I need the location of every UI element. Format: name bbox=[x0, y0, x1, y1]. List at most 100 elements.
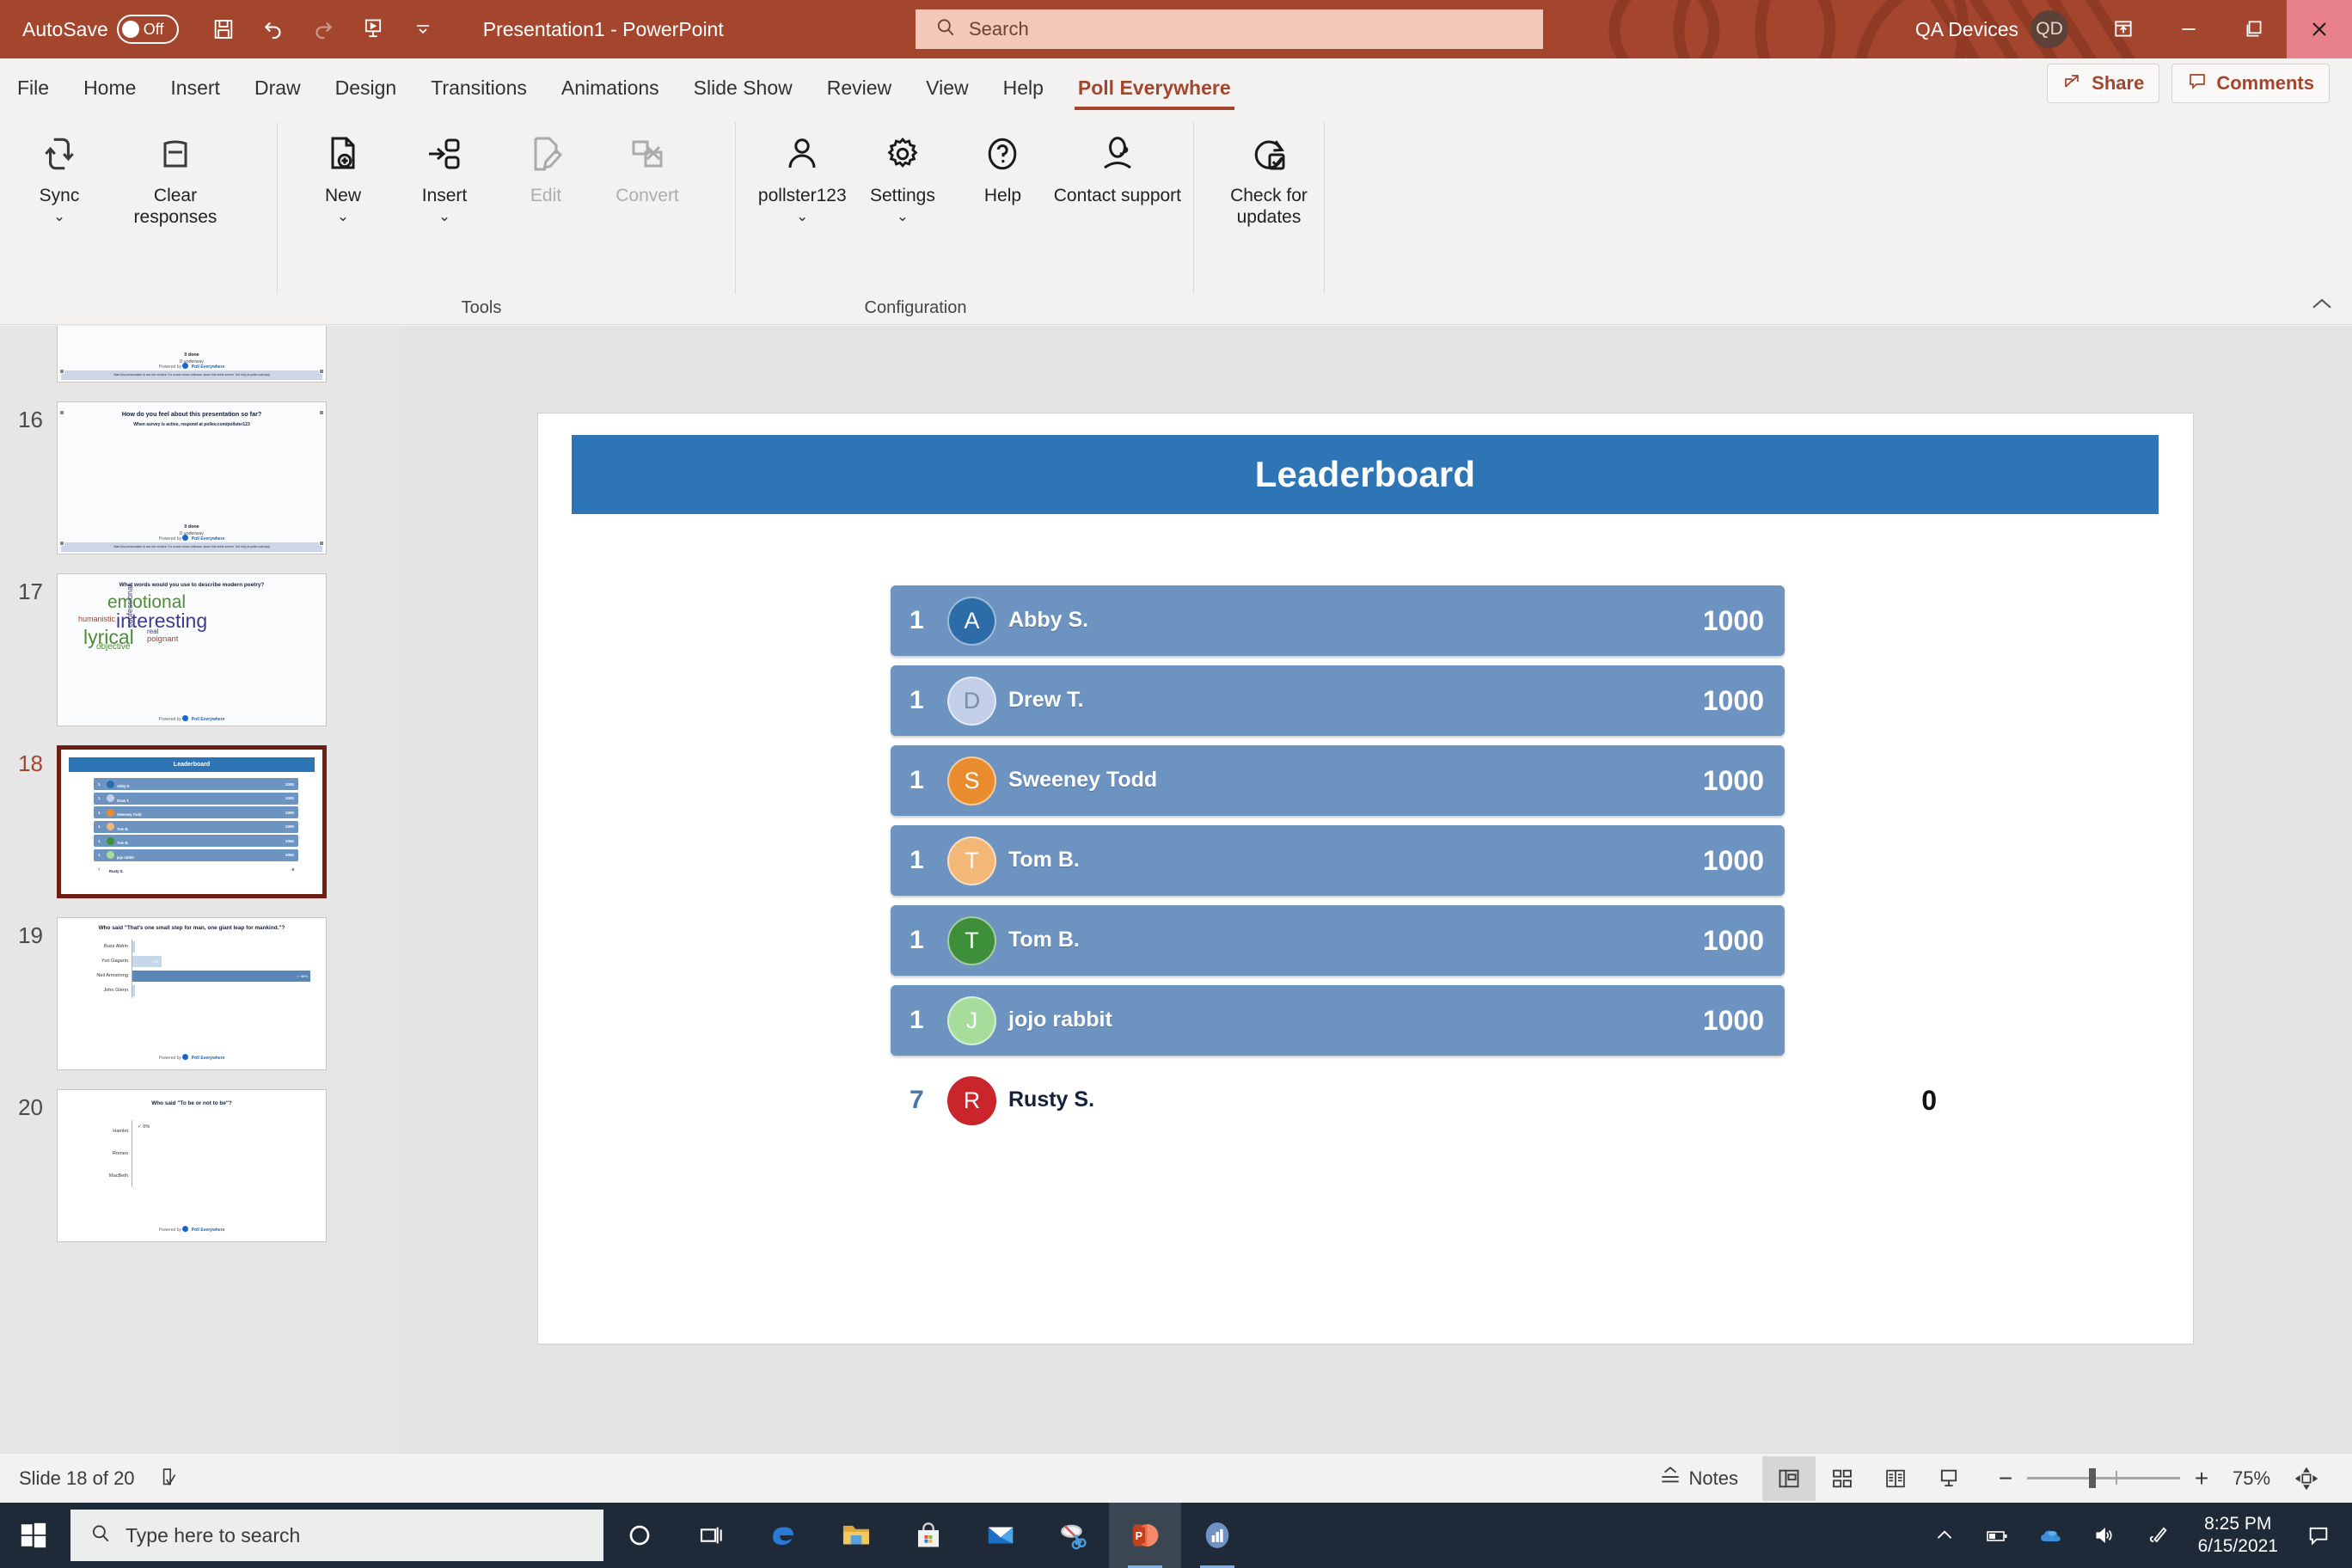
slide-show-view-button[interactable] bbox=[1922, 1456, 1975, 1501]
thumbnail-item[interactable]: 20 Who said "To be or not to be"? Hamlet… bbox=[0, 1089, 401, 1242]
onedrive-icon[interactable] bbox=[2024, 1503, 2078, 1568]
thumbnail-slide[interactable]: What words would you use to describe mod… bbox=[57, 573, 327, 726]
volume-icon[interactable] bbox=[2078, 1503, 2131, 1568]
poll-everywhere-icon[interactable] bbox=[1181, 1503, 1253, 1568]
maximize-icon[interactable] bbox=[2221, 0, 2287, 58]
minimize-icon[interactable] bbox=[2156, 0, 2221, 58]
insert-activity-button[interactable]: Insert ⌄ bbox=[394, 122, 495, 224]
tab-insert[interactable]: Insert bbox=[153, 77, 237, 110]
comments-button[interactable]: Comments bbox=[2171, 64, 2330, 103]
new-activity-button[interactable]: New ⌄ bbox=[292, 122, 394, 224]
leaderboard-row[interactable]: 1 D Drew T. 1000 bbox=[891, 665, 1785, 736]
thumbnail-item[interactable]: How do you feel about this presentation … bbox=[0, 326, 401, 383]
leaderboard-row[interactable]: 1 T Tom B. 1000 bbox=[891, 825, 1785, 896]
tab-review[interactable]: Review bbox=[810, 77, 909, 110]
tab-poll-everywhere[interactable]: Poll Everywhere bbox=[1061, 77, 1248, 110]
account-name[interactable]: QA Devices bbox=[1915, 18, 2018, 41]
tab-design[interactable]: Design bbox=[318, 77, 414, 110]
contact-support-button[interactable]: Contact support bbox=[1053, 122, 1182, 207]
chevron-down-icon[interactable]: ⌄ bbox=[796, 209, 808, 224]
sync-button[interactable]: Sync ⌄ bbox=[9, 122, 110, 224]
leaderboard-row[interactable]: 1 A Abby S. 1000 bbox=[891, 585, 1785, 656]
tab-animations[interactable]: Animations bbox=[544, 77, 677, 110]
customize-quick-access-toolbar-icon[interactable] bbox=[401, 7, 445, 52]
selection-handle[interactable] bbox=[59, 410, 64, 415]
slide-canvas[interactable]: Leaderboard 1 A Abby S. 1000 1 D Drew T.… bbox=[401, 326, 2352, 1503]
thumbnail-item-selected[interactable]: 18 Leaderboard 1 Abby S. 1000 1 Drew T. … bbox=[0, 745, 401, 898]
mail-icon[interactable] bbox=[965, 1503, 1037, 1568]
show-hidden-icons-icon[interactable] bbox=[1918, 1503, 1971, 1568]
action-center-icon[interactable] bbox=[2292, 1503, 2345, 1568]
clear-responses-button[interactable]: Clear responses bbox=[110, 122, 241, 229]
selection-handle[interactable] bbox=[319, 369, 324, 374]
autosave-control[interactable]: AutoSave Off bbox=[22, 15, 179, 44]
selection-handle[interactable] bbox=[319, 410, 324, 415]
battery-icon[interactable] bbox=[1971, 1503, 2024, 1568]
zoom-out-button[interactable]: − bbox=[1996, 1465, 2015, 1492]
notes-button[interactable]: Notes bbox=[1658, 1465, 1738, 1492]
selection-handle[interactable] bbox=[59, 369, 64, 374]
leaderboard-banner[interactable]: Leaderboard bbox=[572, 435, 2159, 514]
thumbnail-item[interactable]: 19 Who said "That's one small step for m… bbox=[0, 917, 401, 1070]
zoom-slider[interactable] bbox=[2027, 1468, 2180, 1488]
thumbnail-slide[interactable]: How do you feel about this presentation … bbox=[57, 326, 327, 383]
reading-view-button[interactable] bbox=[1869, 1456, 1922, 1501]
slide-thumbnail-pane[interactable]: How do you feel about this presentation … bbox=[0, 326, 401, 1503]
thumbnail-slide[interactable]: Leaderboard 1 Abby S. 1000 1 Drew T. 100… bbox=[57, 745, 327, 898]
chevron-down-icon[interactable]: ⌄ bbox=[337, 209, 349, 224]
help-button[interactable]: Help bbox=[952, 122, 1053, 207]
tab-help[interactable]: Help bbox=[986, 77, 1061, 110]
tab-transitions[interactable]: Transitions bbox=[413, 77, 544, 110]
tab-home[interactable]: Home bbox=[66, 77, 153, 110]
close-icon[interactable] bbox=[2287, 0, 2352, 58]
start-button-icon[interactable] bbox=[0, 1503, 67, 1568]
leaderboard-row[interactable]: 1 S Sweeney Todd 1000 bbox=[891, 745, 1785, 816]
search-box[interactable]: Search bbox=[916, 9, 1543, 49]
powerpoint-icon[interactable]: P bbox=[1109, 1503, 1181, 1568]
fit-slide-to-window-icon[interactable] bbox=[2280, 1456, 2333, 1501]
leaderboard-row[interactable]: 1 T Tom B. 1000 bbox=[891, 905, 1785, 976]
pen-menu-icon[interactable] bbox=[2131, 1503, 2184, 1568]
tab-draw[interactable]: Draw bbox=[237, 77, 318, 110]
thumbnail-item[interactable]: 17 What words would you use to describe … bbox=[0, 573, 401, 726]
thumbnail-slide[interactable]: Who said "That's one small step for man,… bbox=[57, 917, 327, 1070]
file-explorer-icon[interactable] bbox=[820, 1503, 892, 1568]
chevron-down-icon[interactable]: ⌄ bbox=[438, 209, 450, 224]
collapse-ribbon-button[interactable] bbox=[2309, 295, 2335, 319]
undo-icon[interactable] bbox=[251, 7, 296, 52]
thumbnail-slide[interactable]: Who said "To be or not to be"? Hamlet ✓ … bbox=[57, 1089, 327, 1242]
slide-counter[interactable]: Slide 18 of 20 bbox=[19, 1467, 135, 1490]
convert-button[interactable]: Convert bbox=[597, 122, 698, 207]
account-button[interactable]: pollster123 ⌄ bbox=[752, 122, 853, 224]
avatar[interactable]: QD bbox=[2030, 10, 2068, 48]
current-slide[interactable]: Leaderboard 1 A Abby S. 1000 1 D Drew T.… bbox=[538, 413, 2193, 1344]
edit-button[interactable]: Edit bbox=[495, 122, 597, 207]
save-icon[interactable] bbox=[201, 7, 246, 52]
selection-handle[interactable] bbox=[59, 541, 64, 546]
tab-file[interactable]: File bbox=[0, 77, 66, 110]
tab-view[interactable]: View bbox=[909, 77, 985, 110]
thumbnail-slide[interactable]: How do you feel about this presentation … bbox=[57, 401, 327, 554]
task-view-icon[interactable] bbox=[676, 1503, 748, 1568]
taskbar-search-input[interactable]: Type here to search bbox=[70, 1510, 603, 1561]
tab-slide-show[interactable]: Slide Show bbox=[677, 77, 810, 110]
share-button[interactable]: Share bbox=[2047, 64, 2160, 103]
redo-icon[interactable] bbox=[301, 7, 346, 52]
edge-icon[interactable] bbox=[748, 1503, 820, 1568]
cortana-icon[interactable] bbox=[603, 1503, 676, 1568]
settings-button[interactable]: Settings ⌄ bbox=[853, 122, 953, 224]
zoom-slider-thumb[interactable] bbox=[2089, 1468, 2096, 1488]
leaderboard-row-last[interactable]: 7 R Rusty S. 0 bbox=[870, 1065, 1957, 1136]
restore-down-icon[interactable] bbox=[2091, 0, 2156, 58]
zoom-in-button[interactable]: + bbox=[2192, 1465, 2211, 1492]
zoom-level[interactable]: 75% bbox=[2223, 1467, 2280, 1490]
zoom-control[interactable]: − + 75% bbox=[1996, 1465, 2280, 1492]
thumbnail-item[interactable]: 16 How do you feel about this presentati… bbox=[0, 401, 401, 554]
autosave-toggle[interactable]: Off bbox=[116, 15, 179, 44]
accessibility-checker-icon[interactable] bbox=[157, 1467, 180, 1491]
check-for-updates-button[interactable]: Check for updates bbox=[1204, 122, 1334, 229]
leaderboard-row[interactable]: 1 J jojo rabbit 1000 bbox=[891, 985, 1785, 1056]
slide-sorter-view-button[interactable] bbox=[1816, 1456, 1869, 1501]
selection-handle[interactable] bbox=[319, 541, 324, 546]
start-from-beginning-icon[interactable] bbox=[351, 7, 395, 52]
